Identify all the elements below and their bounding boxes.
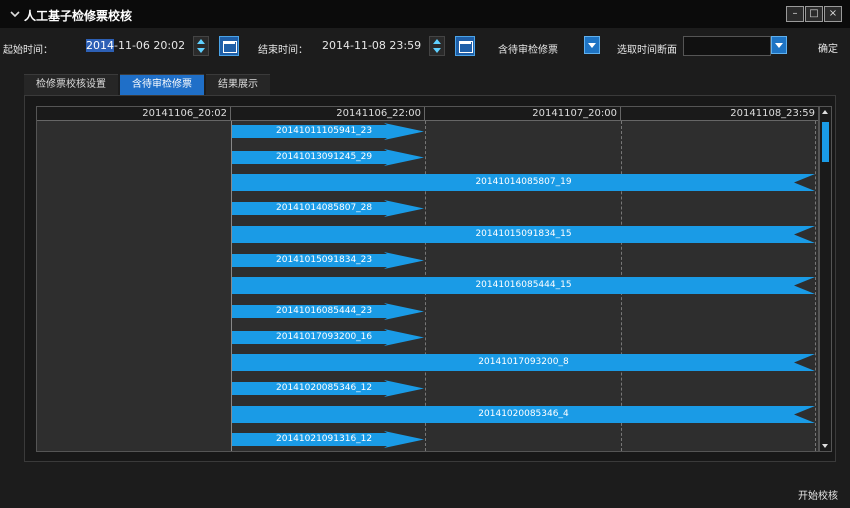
section-dropdown-button[interactable] [771,36,787,54]
scroll-up-icon[interactable] [822,110,828,114]
gantt-bar[interactable]: 20141011105941_23 [232,123,424,140]
gantt-bar[interactable]: 20141016085444_23 [232,303,424,320]
gantt-bar[interactable]: 20141015091834_15 [232,226,815,243]
gantt-header: 20141106_20:02 20141106_22:00 20141107_2… [37,107,818,121]
start-time-selected-text: 2014 [86,39,114,52]
vertical-scrollbar[interactable] [819,106,832,452]
chevron-down-icon[interactable] [8,7,22,21]
gantt-bar-label: 20141011105941_23 [276,126,373,136]
gantt-bar-label: 20141020085346_4 [478,409,569,419]
start-calendar-button[interactable] [219,36,239,56]
end-time-label: 结束时间： [258,45,308,56]
gantt-bar-label: 20141015091834_15 [475,229,572,239]
scroll-thumb[interactable] [822,122,829,162]
start-time-input[interactable]: 2014-11-06 20:02 [82,36,192,56]
gantt-bar[interactable]: 20141017093200_16 [232,329,424,346]
tab-2[interactable]: 结果展示 [206,74,270,95]
tab-0[interactable]: 检修票校核设置 [24,74,118,95]
start-time-spinner[interactable] [193,36,209,56]
gantt-bar-label: 20141021091316_12 [276,434,373,444]
header-cell: 20141108_23:59 [730,108,815,119]
tab-1[interactable]: 含待审检修票 [120,74,204,95]
toolbar: 起始时间： 2014-11-06 20:02 结束时间： 2014-11-08 … [0,32,850,62]
section-select[interactable] [683,36,771,56]
header-cell: 20141107_20:00 [425,107,621,120]
gantt-bar[interactable]: 20141013091245_29 [232,149,424,166]
header-cell: 20141106_22:00 [231,107,425,120]
gantt-bar-label: 20141016085444_23 [276,306,373,316]
start-check-button[interactable]: 开始校核 [798,487,838,502]
gantt-bar[interactable]: 20141020085346_12 [232,380,424,397]
gantt-bar[interactable]: 20141016085444_15 [232,277,815,294]
gantt-bar[interactable]: 20141017093200_8 [232,354,815,371]
gantt-bar[interactable]: 20141014085807_28 [232,200,424,217]
end-time-input[interactable]: 2014-11-08 23:59 [318,36,428,56]
end-calendar-button[interactable] [455,36,475,56]
main-window: 人工基子检修票校核 – □ × 起始时间： 2014-11-06 20:02 结… [0,0,850,508]
gantt-chart[interactable]: 20141106_20:02 20141106_22:00 20141107_2… [36,106,819,452]
gantt-bar-label: 20141015091834_23 [276,255,373,265]
title-bar: 人工基子检修票校核 – □ × [0,0,850,28]
section-label: 选取时间断面 [617,45,677,56]
close-button[interactable]: × [824,6,842,22]
header-cell: 20141106_20:02 [37,107,231,120]
gantt-bar-label: 20141017093200_8 [478,357,569,367]
gantt-bar-label: 20141014085807_28 [276,203,373,213]
tab-bar: 检修票校核设置 含待审检修票 结果展示 [24,74,272,95]
confirm-button[interactable]: 确定 [818,40,838,55]
gantt-bar-label: 20141017093200_16 [276,332,373,342]
minimize-button[interactable]: – [786,6,804,22]
gridline [815,121,816,451]
window-title: 人工基子检修票校核 [24,9,133,23]
maximize-button[interactable]: □ [805,6,823,22]
gantt-bar-label: 20141016085444_15 [475,280,572,290]
gantt-bar[interactable]: 20141020085346_4 [232,406,815,423]
filter-select-label[interactable]: 含待审检修票 [498,41,558,56]
window-controls: – □ × [786,6,842,22]
filter-dropdown-button[interactable] [584,36,600,54]
scroll-down-icon[interactable] [822,444,828,448]
gantt-bar[interactable]: 20141014085807_19 [232,174,815,191]
gantt-bar[interactable]: 20141015091834_23 [232,252,424,269]
start-time-label: 起始时间： [3,45,53,56]
gantt-bar[interactable]: 20141021091316_12 [232,431,424,448]
gantt-bar-label: 20141020085346_12 [276,383,373,393]
start-time-text: -11-06 20:02 [114,39,186,52]
end-time-spinner[interactable] [429,36,445,56]
gantt-bar-label: 20141014085807_19 [475,177,572,187]
gantt-bar-label: 20141013091245_29 [276,152,373,162]
